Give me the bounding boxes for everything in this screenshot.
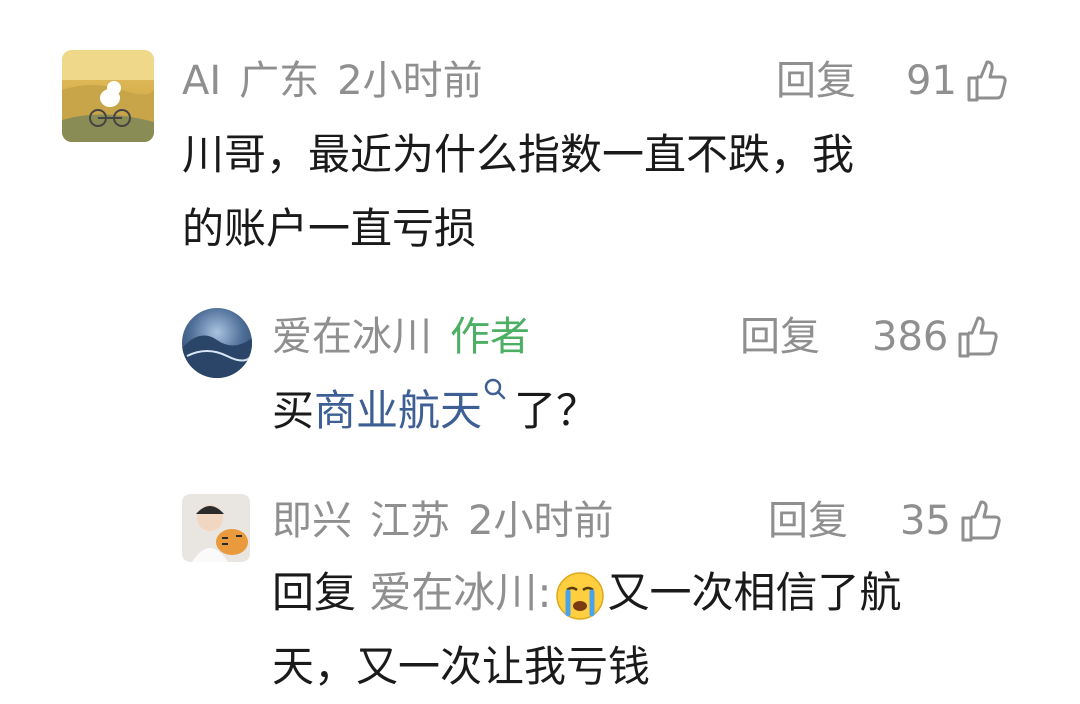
reply-prefix: 回复 — [272, 568, 357, 617]
comment-text-part: 又一次相信了航 — [607, 568, 902, 617]
comment-text-line: 天，又一次让我亏钱 — [272, 642, 651, 691]
topic-link[interactable]: 商业航天 — [314, 386, 482, 435]
like-button[interactable]: 386 — [872, 312, 1000, 362]
thumbs-up-icon — [958, 316, 999, 358]
comment-3: 即兴 江苏 2小时前 回复 35 回复 爱在冰川: 又一次相信了航 天，又一次让我亏… — [0, 484, 1080, 704]
reply-button[interactable]: 回复 — [740, 312, 820, 362]
comment-2: 爱在冰川 作者 回复 386 买商业航天 了？ — [0, 300, 1080, 470]
comment-meta: 即兴 江苏 2小时前 — [272, 496, 631, 546]
reply-to-username[interactable]: 爱在冰川: — [369, 568, 551, 617]
comment-meta: 爱在冰川 作者 — [272, 312, 548, 362]
timestamp: 2小时前 — [337, 58, 483, 104]
comment-text: 回复 爱在冰川: 又一次相信了航 天，又一次让我亏钱 — [272, 556, 902, 704]
timestamp: 2小时前 — [468, 498, 614, 544]
like-button[interactable]: 35 — [900, 496, 1003, 546]
author-badge: 作者 — [450, 314, 530, 360]
reply-button[interactable]: 回复 — [776, 56, 856, 106]
comment-text-line: 川哥，最近为什么指数一直不跌，我 — [182, 130, 855, 179]
thumbs-up-icon — [967, 60, 1007, 102]
like-button[interactable]: 91 — [906, 56, 1009, 106]
avatar-image — [62, 50, 154, 142]
comment-text-line: 回复 爱在冰川: 又一次相信了航 — [272, 556, 902, 630]
avatar-jixing[interactable] — [182, 494, 250, 562]
comment-text: 川哥，最近为什么指数一直不跌，我 的账户一直亏损 — [182, 118, 854, 266]
like-count: 386 — [872, 314, 949, 360]
avatar-image — [182, 335, 252, 378]
avatar-ai[interactable] — [62, 50, 154, 142]
avatar-image — [192, 505, 248, 562]
avatar-aizaibingchuan[interactable] — [182, 308, 252, 378]
like-count: 35 — [900, 498, 951, 544]
username[interactable]: 爱在冰川 — [272, 314, 432, 360]
comment-meta: AI 广东 2小时前 — [182, 56, 501, 106]
username[interactable]: 即兴 — [272, 498, 352, 544]
username[interactable]: AI — [182, 58, 221, 104]
text-before-link: 买 — [272, 386, 315, 435]
crying-face-icon — [555, 571, 604, 620]
comment-1: AI 广东 2小时前 回复 91 川哥，最近为什么指数一直不跌，我 的账户一直亏损 — [0, 0, 1080, 280]
search-icon[interactable] — [482, 376, 508, 402]
reply-button[interactable]: 回复 — [768, 496, 848, 546]
location: 江苏 — [370, 498, 450, 544]
location: 广东 — [239, 58, 320, 104]
like-count: 91 — [906, 58, 957, 104]
comment-text: 买商业航天 了？ — [272, 374, 598, 448]
comment-text-line: 的账户一直亏损 — [182, 204, 477, 253]
text-after-link: 了？ — [514, 386, 599, 435]
thumbs-up-icon — [961, 500, 1001, 542]
